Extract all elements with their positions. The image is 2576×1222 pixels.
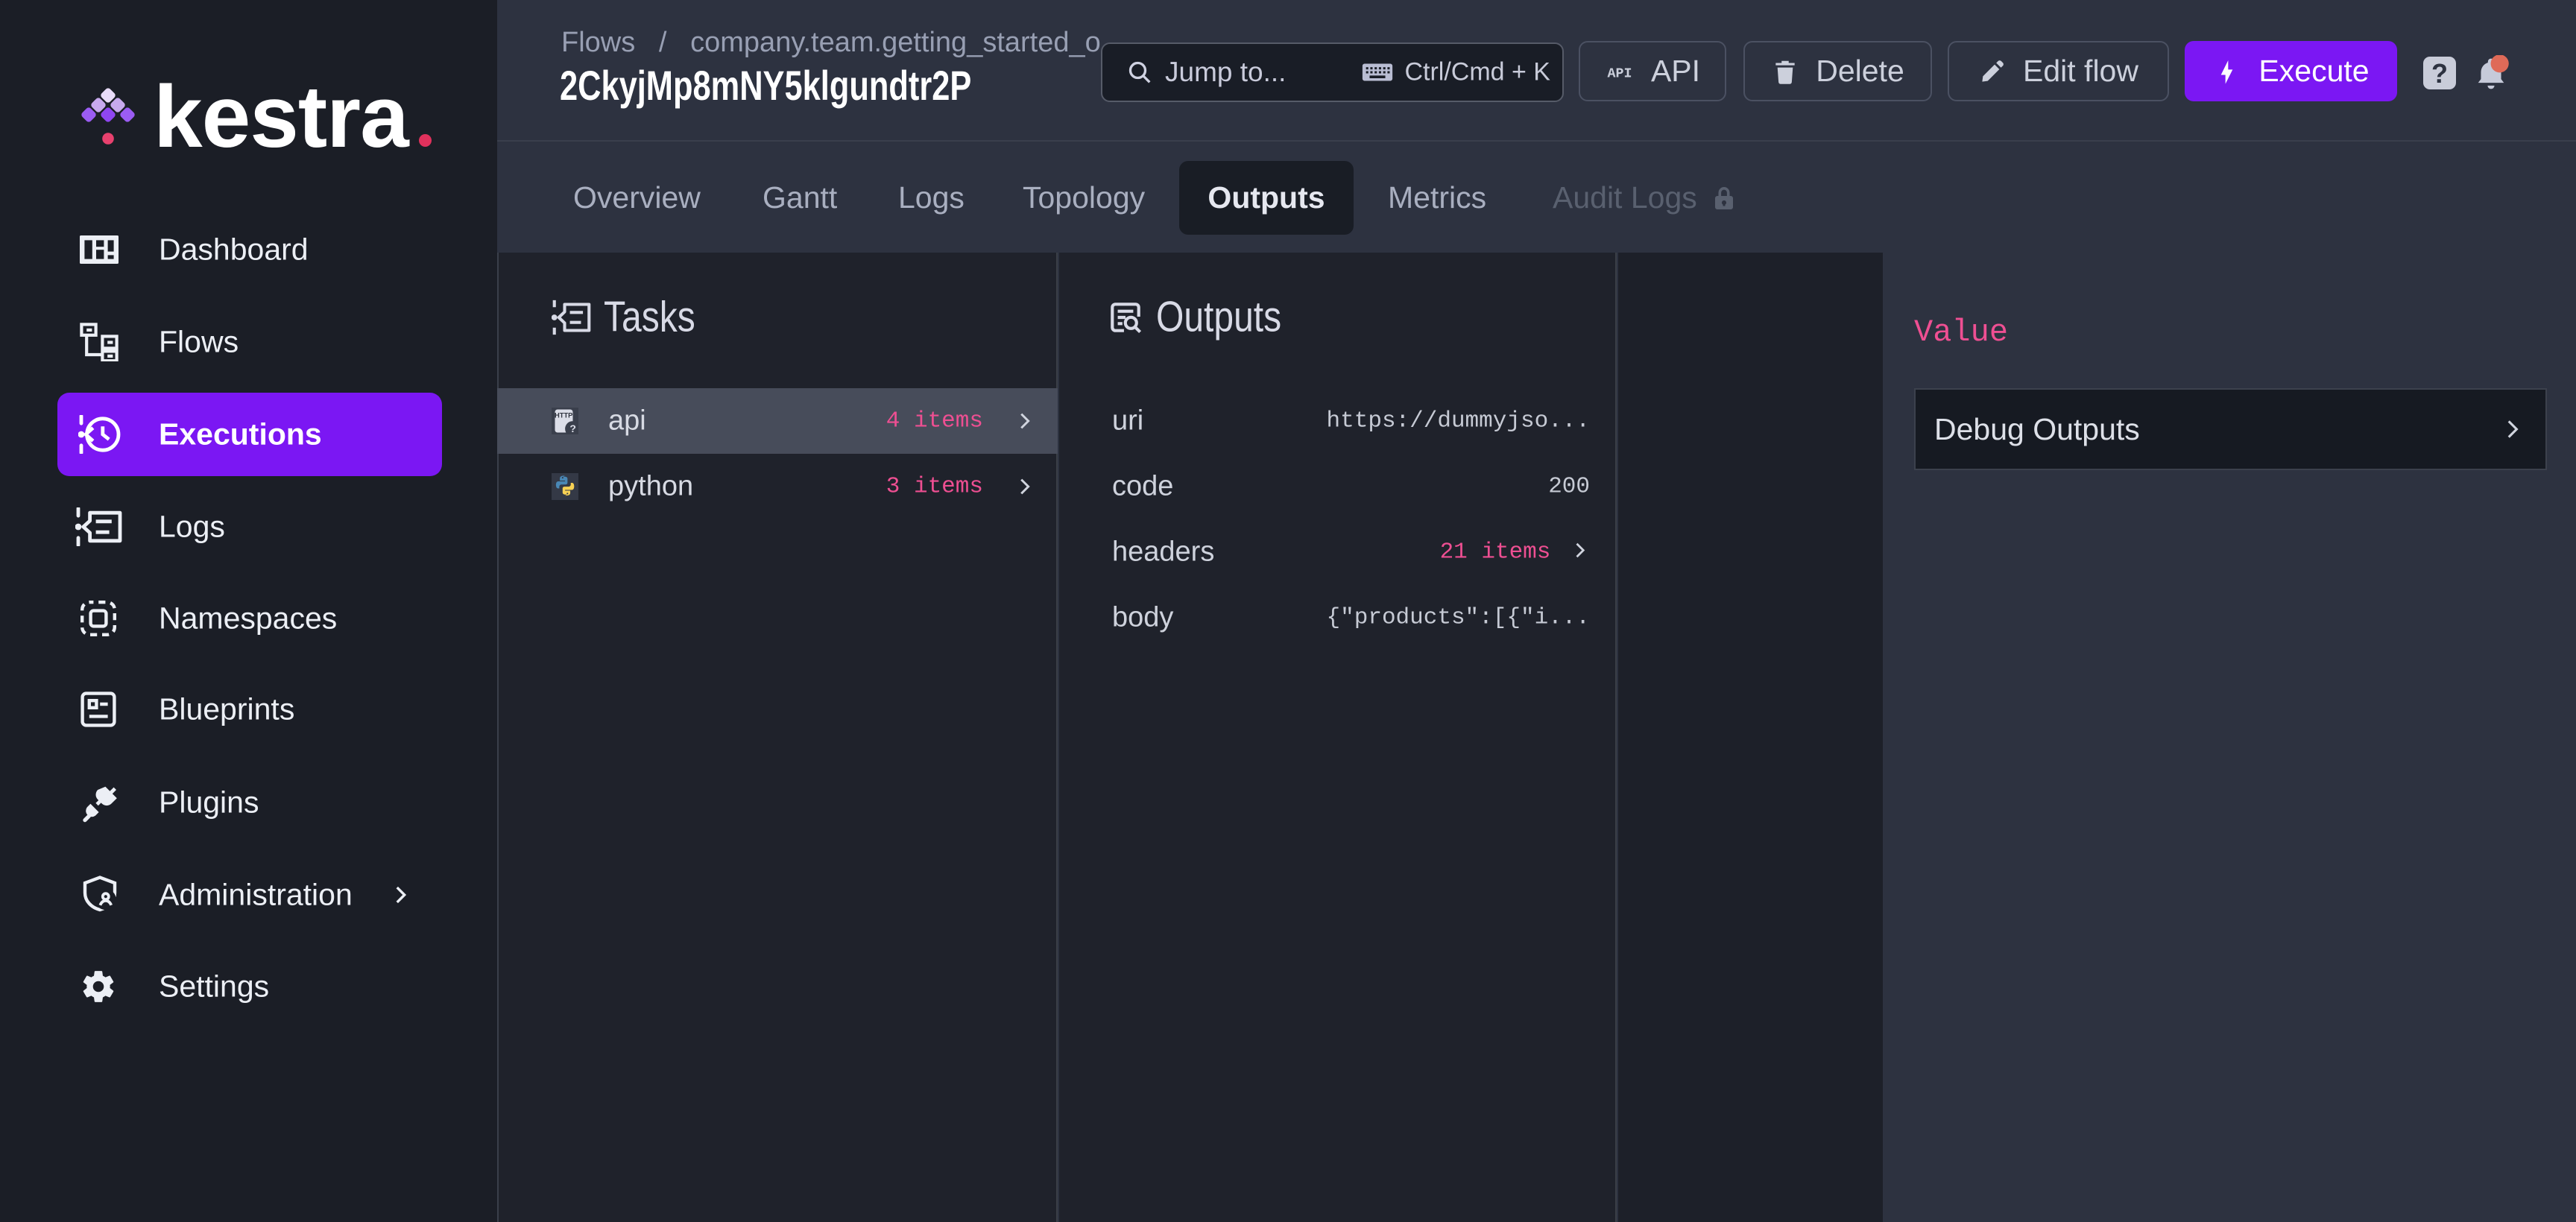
svg-text:API: API (1607, 66, 1632, 81)
svg-text:?: ? (569, 422, 576, 434)
svg-text:HTTP: HTTP (555, 411, 572, 419)
